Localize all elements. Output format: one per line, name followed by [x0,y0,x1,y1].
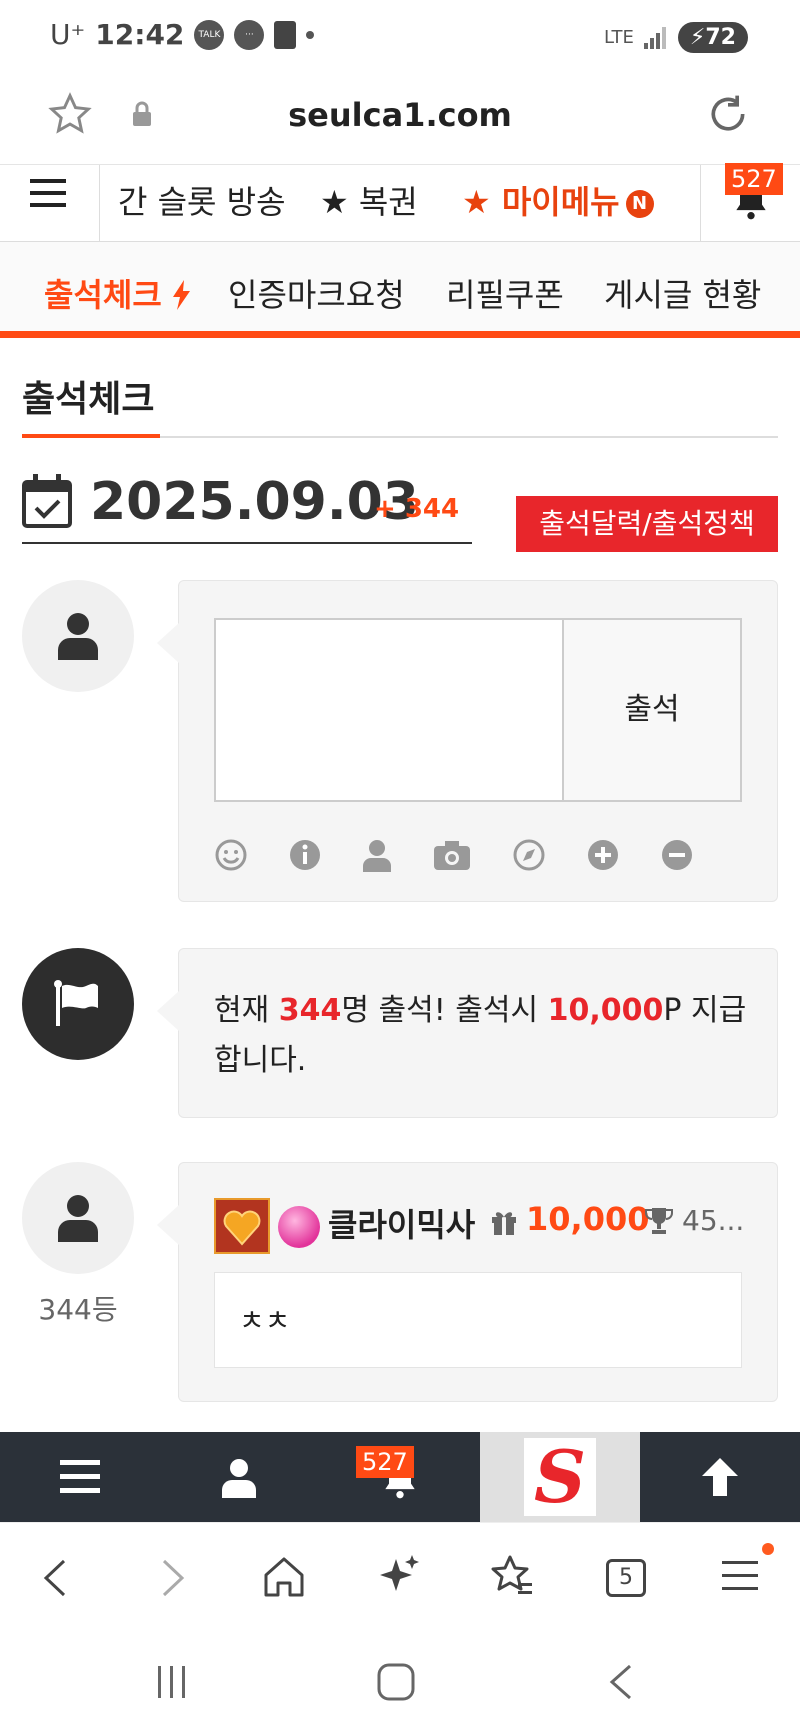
notice-prefix: 현재 [214,993,279,1028]
carrier-label: U⁺ [50,18,86,51]
pink-orb-icon [278,1206,320,1248]
date-row: 2025.09.03 + 344 [22,470,472,544]
entry-trophy-value: 45... [682,1204,745,1237]
gift-icon [492,1212,516,1235]
tabs-button[interactable]: 5 [606,1559,646,1597]
attendance-date: 2025.09.03 [90,472,419,532]
bookmarks-icon[interactable] [488,1553,536,1601]
trophy-icon [645,1208,673,1234]
entry-points: 10,000 [526,1200,650,1238]
signal-icon [643,26,666,49]
status-bar: U⁺ 12:42 TALK ··· LTE ⚡72 [0,0,800,78]
browser-menu-icon[interactable] [722,1559,762,1593]
arrow-up-icon [702,1458,738,1496]
sparkle-icon[interactable] [376,1553,422,1599]
menu-notification-dot [762,1543,774,1555]
recent-apps-icon[interactable] [154,1664,190,1700]
forward-icon[interactable] [158,1557,188,1599]
compass-icon[interactable] [512,838,546,872]
notice-mid: 명 출석! 출석시 [341,993,548,1028]
calendar-policy-button[interactable]: 출석달력/출석정책 [516,496,778,552]
address-bar: seulca1.com [0,78,800,164]
tab-post-status[interactable]: 게시글 현황 [604,270,761,316]
nav-item-slot-broadcast[interactable]: 간 슬롯 방송 [118,177,286,223]
tab-attendance-label: 출석체크 [44,276,162,314]
battery-level: 72 [705,25,736,50]
system-back-icon[interactable] [606,1664,636,1700]
emoji-icon[interactable] [214,838,248,872]
tab-attendance[interactable]: 출석체크 [44,270,191,316]
sub-tabs: 출석체크 인증마크요청 리필쿠폰 게시글 현황 [0,242,800,338]
new-badge: N [625,190,654,218]
camera-icon[interactable] [432,838,472,872]
notice-count: 344 [278,993,342,1028]
kakaotalk-icon: TALK [194,19,225,50]
attendance-count: + 344 [374,494,460,524]
browser-nav-bar: 5 [0,1522,800,1628]
bottom-menu-button[interactable] [0,1432,160,1522]
more-notifications-icon [306,30,315,39]
calendar-check-icon [22,474,72,528]
flag-icon [54,980,98,1026]
home-icon[interactable] [262,1555,306,1599]
bottom-profile-button[interactable] [160,1432,320,1522]
url-text[interactable]: seulca1.com [0,96,800,134]
hamburger-icon [30,179,66,207]
site-top-nav: 간 슬롯 방송 ★ 복권 ★ 마이메뉴 N 527 [0,163,800,243]
home-button-icon[interactable] [376,1662,416,1702]
message-icon: ··· [234,19,265,50]
site-logo: S [524,1438,596,1516]
site-bottom-bar: 527 S [0,1432,800,1522]
scroll-top-button[interactable] [640,1432,800,1522]
user-icon [58,613,98,660]
site-logo-button[interactable]: S [480,1432,640,1522]
attendance-comment-input[interactable] [214,618,564,802]
entry-avatar[interactable] [22,1162,134,1274]
notification-button[interactable]: 527 [700,163,800,243]
lightning-icon [172,280,190,310]
network-type: LTE [604,27,634,48]
tab-verification-request[interactable]: 인증마크요청 [228,270,405,316]
my-avatar [22,580,134,692]
back-icon[interactable] [40,1557,70,1599]
attend-button[interactable]: 출석 [562,618,742,802]
bottom-notification-button[interactable]: 527 [320,1432,480,1522]
tab-count: 5 [619,1565,633,1590]
info-icon[interactable] [288,838,322,872]
reload-icon[interactable] [706,92,750,136]
tab-refill-coupon[interactable]: 리필쿠폰 [446,270,564,316]
mymenu-label: ★ 마이메뉴 [462,183,620,221]
b-app-icon [274,20,297,49]
nav-item-mymenu[interactable]: ★ 마이메뉴 N [462,177,654,223]
system-nav-bar [0,1628,800,1734]
site-menu-button[interactable] [0,165,100,243]
level-badge-image [214,1198,270,1254]
clock: 12:42 [95,18,185,51]
entry-comment: ㅊㅊ [214,1272,742,1368]
notification-count: 527 [725,163,783,195]
notice-avatar [22,948,134,1060]
entry-rank: 344등 [38,1293,118,1326]
title-underline [22,434,160,438]
notification-count: 527 [356,1446,414,1478]
battery-indicator: ⚡72 [677,22,748,53]
page-title: 출석체크 [22,379,155,420]
user-icon [58,1195,98,1242]
plus-circle-icon[interactable] [586,838,620,872]
hamburger-icon [60,1460,100,1493]
notice-points: 10,000 [547,993,664,1028]
user-mention-icon[interactable] [360,838,394,872]
notice-text: 현재 344명 출석! 출석시 10,000P 지급합니다. [214,986,754,1086]
nav-item-lottery[interactable]: ★ 복권 [320,177,418,223]
user-icon [222,1459,256,1498]
minus-circle-icon[interactable] [660,838,694,872]
entry-username[interactable]: 클라이믹사 [328,1200,475,1246]
